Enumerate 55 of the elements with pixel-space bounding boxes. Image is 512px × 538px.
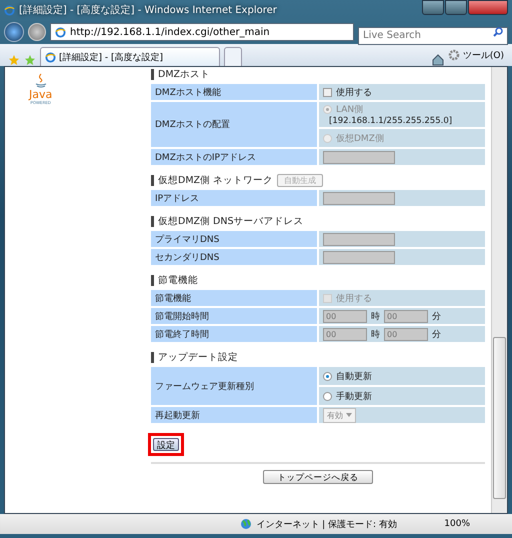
row-label: DMZホストの配置 bbox=[155, 120, 230, 130]
row-label: 節電終了時間 bbox=[155, 330, 209, 340]
new-tab-button[interactable] bbox=[224, 47, 242, 66]
checkbox[interactable] bbox=[323, 88, 332, 96]
section-heading: 節電機能 bbox=[158, 274, 198, 286]
unit-label: 分 bbox=[432, 310, 441, 322]
unit-label: 時 bbox=[371, 310, 380, 322]
section-heading: 仮想DMZ側 DNSサーバアドレス bbox=[158, 214, 304, 228]
section-heading: DMZホスト bbox=[158, 68, 210, 80]
save-button[interactable]: 設定 bbox=[153, 438, 179, 451]
row-label: 節電機能 bbox=[155, 294, 191, 304]
radio-label: LAN側 bbox=[336, 104, 364, 116]
row-label: セカンダリDNS bbox=[155, 252, 220, 262]
globe-icon bbox=[240, 518, 252, 530]
radio-label: 仮想DMZ側 bbox=[336, 132, 384, 144]
forward-button[interactable] bbox=[28, 23, 46, 41]
radio-label: 手動更新 bbox=[336, 390, 372, 402]
back-to-top-button[interactable]: トップページへ戻る bbox=[263, 470, 373, 484]
browser-tab[interactable]: [詳細設定] - [高度な設定] bbox=[40, 47, 220, 66]
zoom-level[interactable]: 100% bbox=[444, 519, 470, 529]
radio-button[interactable] bbox=[323, 372, 332, 380]
section-heading: 仮想DMZ側 ネットワーク bbox=[158, 174, 274, 186]
ie-icon bbox=[4, 4, 15, 16]
unit-label: 分 bbox=[432, 328, 441, 340]
unit-label: 時 bbox=[371, 328, 380, 340]
search-icon bbox=[492, 26, 504, 38]
row-label: DMZホストのIPアドレス bbox=[155, 152, 256, 162]
radio-label: 自動更新 bbox=[336, 370, 372, 382]
address-bar[interactable]: http://192.168.1.1/index.cgi/other_main bbox=[50, 23, 354, 41]
row-label: ファームウェア更新種別 bbox=[155, 382, 254, 392]
minimize-button[interactable] bbox=[422, 0, 444, 15]
close-button[interactable] bbox=[468, 0, 508, 15]
row-label: DMZホスト機能 bbox=[155, 88, 221, 98]
radio-button[interactable] bbox=[323, 392, 332, 400]
caret-icon bbox=[346, 413, 352, 417]
section-heading: アップデート設定 bbox=[158, 350, 238, 364]
ie-icon bbox=[55, 26, 66, 38]
network-address: [192.168.1.1/255.255.255.0] bbox=[329, 116, 452, 126]
back-button[interactable] bbox=[4, 22, 24, 42]
security-zone: インターネット | 保護モード: 有効 bbox=[256, 518, 397, 530]
row-label: 節電開始時間 bbox=[155, 312, 209, 322]
add-favorite-icon bbox=[24, 54, 36, 66]
row-label: 再起動更新 bbox=[155, 410, 200, 420]
maximize-button[interactable] bbox=[445, 0, 467, 15]
row-label: IPアドレス bbox=[155, 194, 200, 204]
search-field[interactable]: Live Search bbox=[358, 26, 508, 44]
window-title: [詳細設定] - [高度な設定] - Windows Internet Explorer bbox=[19, 4, 278, 17]
row-label: プライマリDNS bbox=[155, 234, 220, 244]
tools-menu[interactable]: ツール(O) bbox=[448, 48, 504, 62]
star-icon bbox=[8, 54, 20, 66]
gear-icon bbox=[448, 49, 460, 61]
scrollbar[interactable] bbox=[491, 67, 507, 513]
checkbox-label: 使用する bbox=[336, 86, 372, 98]
ie-icon bbox=[45, 52, 56, 62]
checkbox-label: 使用する bbox=[336, 292, 372, 304]
